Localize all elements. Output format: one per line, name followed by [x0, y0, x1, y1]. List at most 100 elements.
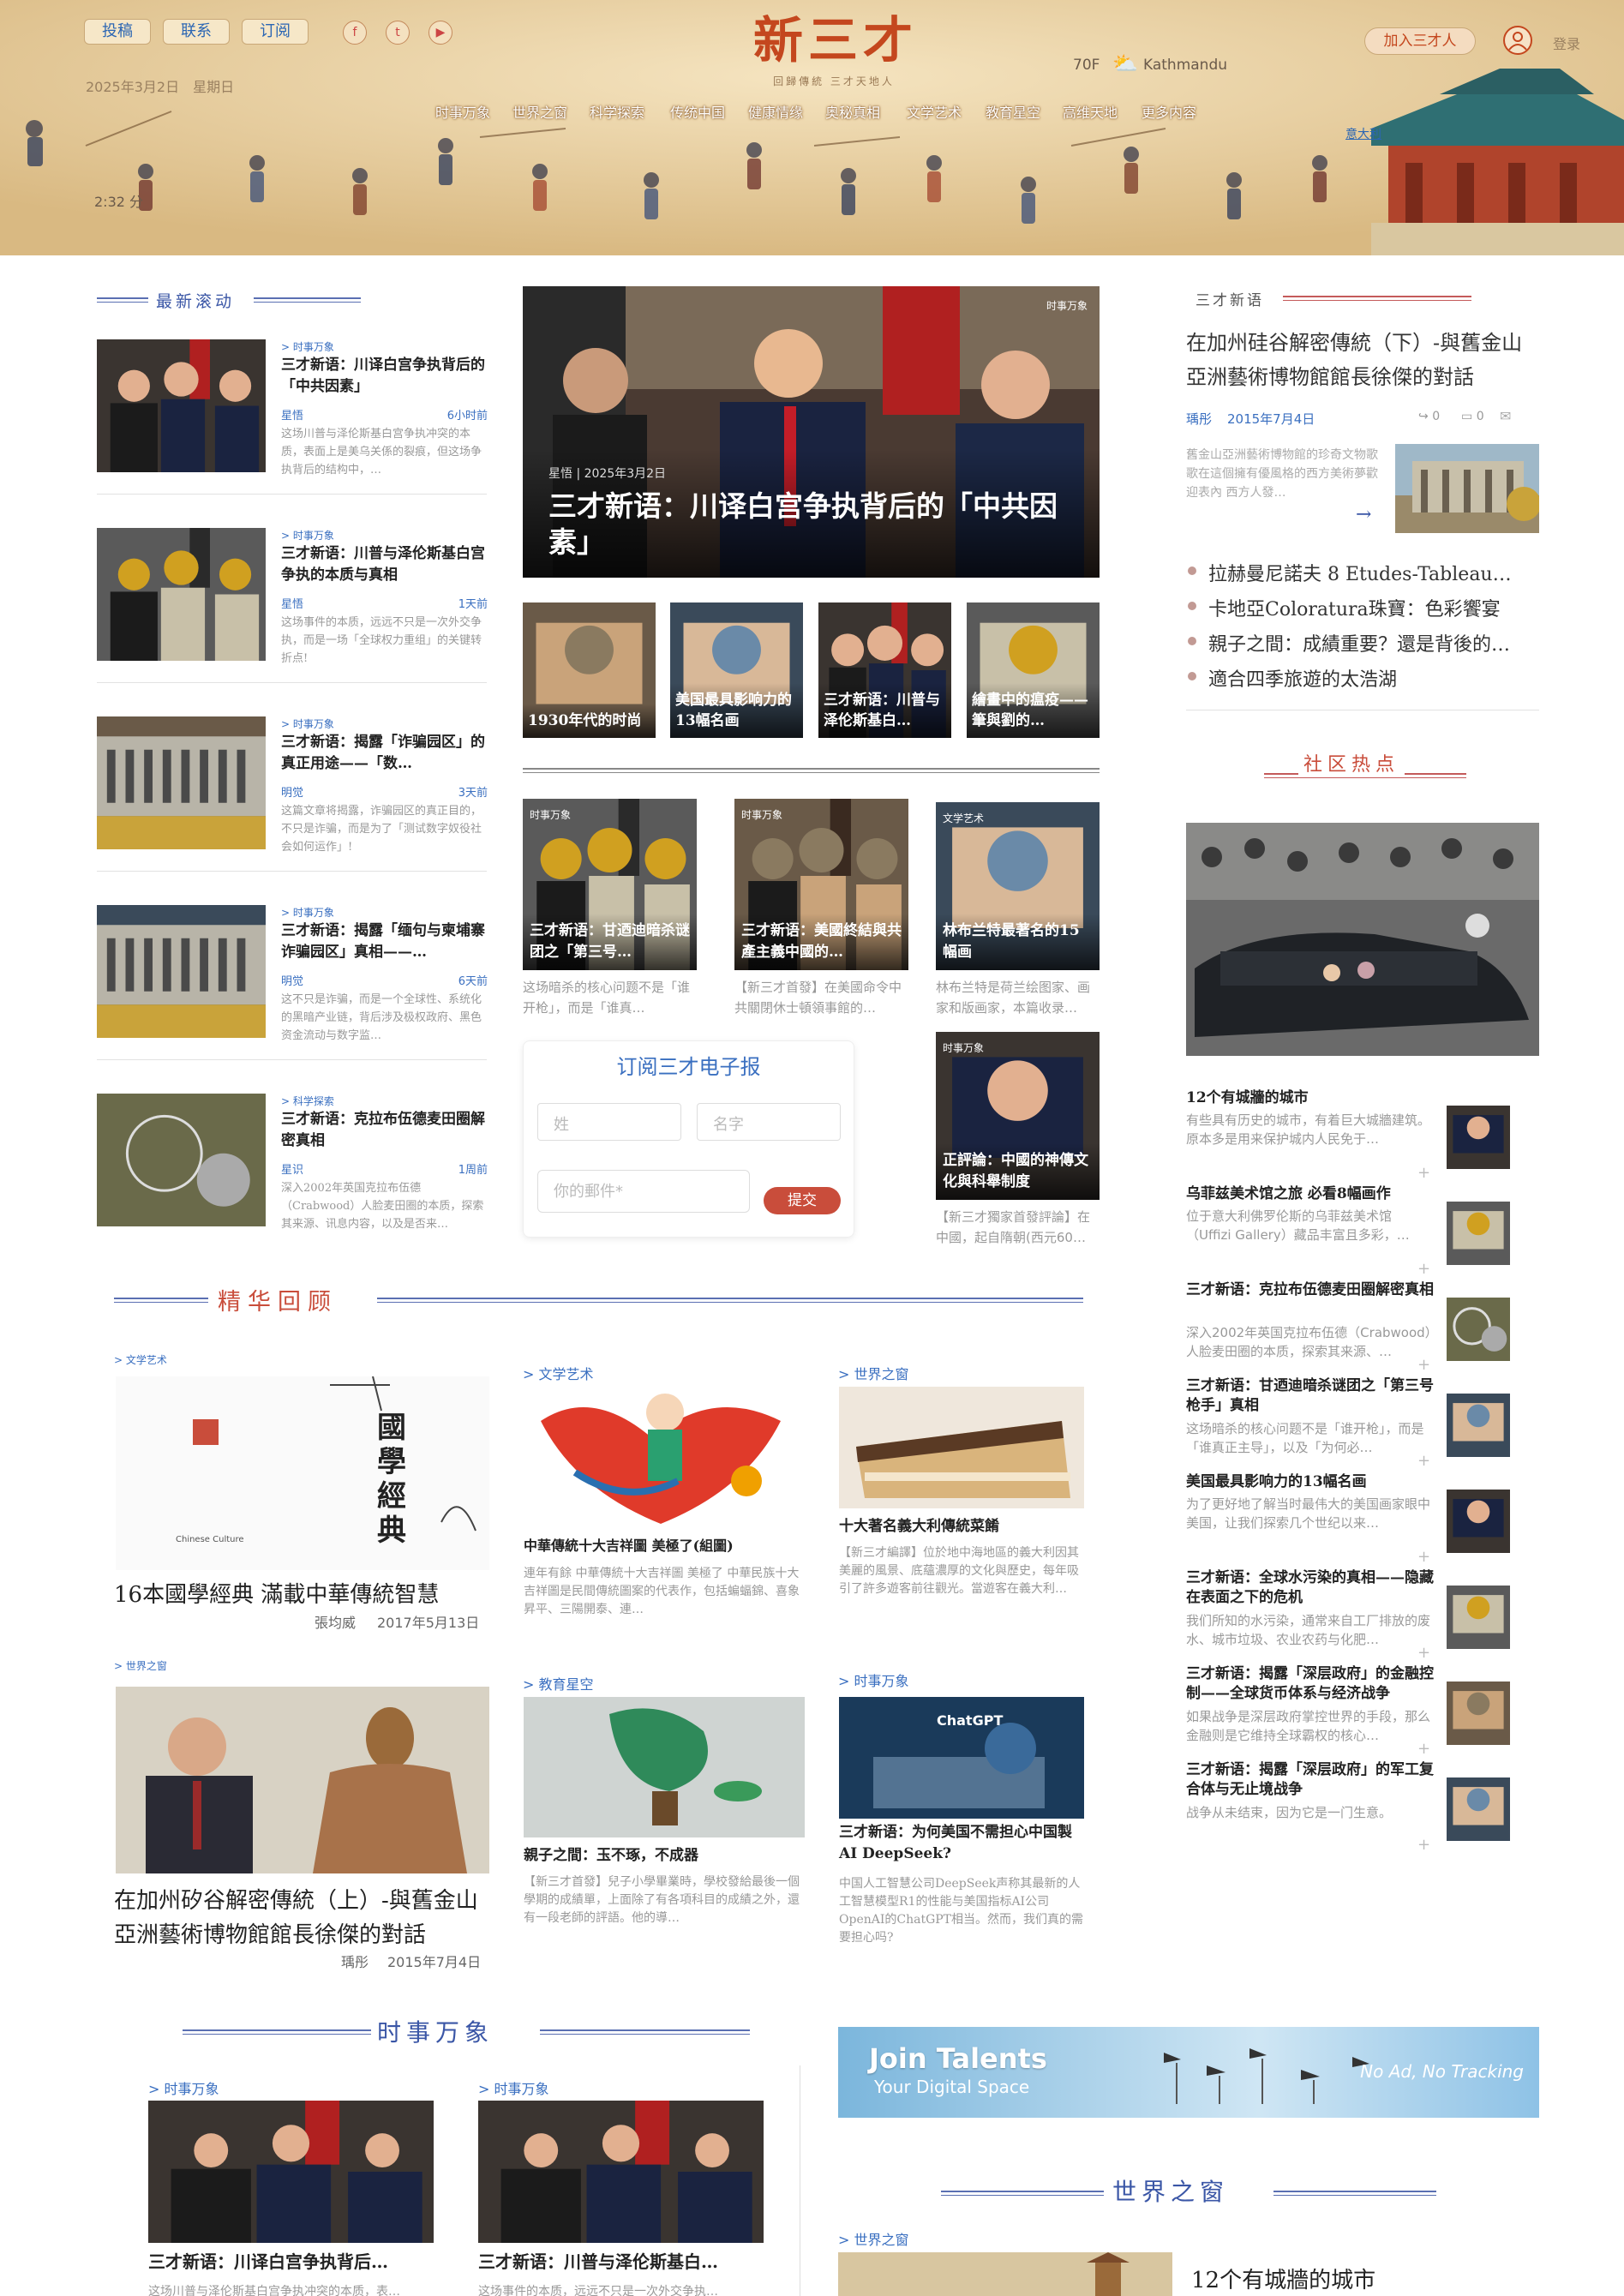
current-item-cat[interactable]: > 时事万象 [148, 2077, 219, 2098]
community-item-title[interactable]: 三才新语：甘迺迪暗杀谜团之「第三号枪手」真相 [1186, 1376, 1435, 1416]
world-image[interactable] [838, 2252, 1172, 2296]
nav-item-6[interactable]: 奥秘真相 [825, 101, 880, 122]
expand-plus-icon[interactable]: + [1417, 1356, 1430, 1374]
latest-item-image[interactable] [97, 1094, 266, 1226]
mail-icon[interactable]: ✉ [1500, 408, 1511, 424]
expand-plus-icon[interactable]: + [1417, 1644, 1430, 1662]
nav-item-8[interactable]: 教育星空 [986, 101, 1040, 122]
latest-item-cat[interactable]: > 时事万象 [281, 528, 334, 543]
review-title-5[interactable]: 三才新语：为何美国不需担心中国製AI DeepSeek? [839, 1822, 1088, 1865]
community-item-image[interactable] [1447, 1202, 1510, 1265]
community-item-title[interactable]: 12个有城牆的城市 [1186, 1088, 1435, 1108]
community-item-image[interactable] [1447, 1394, 1510, 1457]
latest-item-title[interactable]: 三才新语：克拉布伍德麦田圈解密真相 [281, 1109, 487, 1152]
expand-plus-icon[interactable]: + [1417, 1452, 1430, 1470]
review-title-2[interactable]: 十大著名義大利傳統菜餚 [839, 1514, 999, 1535]
expand-plus-icon[interactable]: + [1417, 1740, 1430, 1758]
review-title-4[interactable]: 親子之間：玉不琢，不成器 [524, 1843, 698, 1864]
nav-item-7[interactable]: 文学艺术 [907, 101, 962, 122]
expand-plus-icon[interactable]: + [1417, 1836, 1430, 1854]
nav-item-10[interactable]: 更多内容 [1142, 101, 1196, 122]
site-logo[interactable]: 新三才 [724, 10, 947, 70]
community-item-image[interactable] [1447, 1777, 1510, 1841]
latest-item-image[interactable] [97, 339, 266, 472]
latest-item-image[interactable] [97, 716, 266, 849]
share-icon[interactable]: ↪ 0 [1418, 410, 1440, 423]
latest-item-cat[interactable]: > 时事万象 [281, 716, 334, 731]
community-item-image[interactable] [1447, 1682, 1510, 1745]
column-main-title[interactable]: 在加州硅谷解密傳統（下）-與舊金山亞洲藝術博物館館長徐傑的對話 [1186, 326, 1537, 394]
world-item-title[interactable]: 12个有城牆的城市 [1191, 2263, 1375, 2294]
review-cat[interactable]: > 时事万象 [838, 1670, 909, 1690]
community-item-image[interactable] [1447, 1298, 1510, 1361]
review-image[interactable] [116, 1687, 489, 1873]
login-link[interactable]: 登录 [1553, 33, 1580, 53]
latest-item-title[interactable]: 三才新语：川译白宫争执背后的「中共因素」 [281, 355, 487, 398]
current-item-title[interactable]: 三才新语：川译白宫争执背后… [148, 2251, 434, 2273]
mid-card-image[interactable]: 时事万象 正評論：中國的神傳文化與科舉制度 [936, 1032, 1100, 1200]
world-cat[interactable]: > 世界之窗 [838, 2228, 909, 2249]
contact-button[interactable]: 联系 [163, 19, 230, 45]
expand-plus-icon[interactable]: + [1417, 1260, 1430, 1278]
twitter-icon[interactable]: t [386, 21, 410, 45]
column-list-item[interactable]: 親子之間：成績重要？還是背後的… [1208, 629, 1543, 656]
review-image[interactable] [839, 1387, 1084, 1508]
arrow-right-icon[interactable]: → [1356, 504, 1371, 525]
nav-item-1[interactable]: 时事万象 [435, 101, 490, 122]
featured-thumb[interactable]: 美国最具影响力的13幅名画 [670, 602, 803, 738]
user-icon[interactable] [1503, 26, 1532, 55]
featured-title[interactable]: 三才新语：川译白宫争执背后的「中共因素」 [548, 489, 1074, 561]
community-item-title[interactable]: 三才新语：揭露「深层政府」的金融控制——全球货币体系与经济战争 [1186, 1664, 1435, 1704]
join-talents-banner[interactable]: Join Talents Your Digital Space No Ad, N… [838, 2027, 1539, 2118]
nav-item-2[interactable]: 世界之窗 [512, 101, 567, 122]
community-item-title[interactable]: 三才新语：克拉布伍德麦田圈解密真相 [1186, 1280, 1435, 1300]
community-item-image[interactable] [1447, 1490, 1510, 1553]
review-title-0[interactable]: 16本國學經典 滿載中華傳統智慧 [114, 1577, 439, 1609]
latest-item-title[interactable]: 三才新语：揭露「诈骗园区」的真正用途——「数… [281, 732, 487, 775]
submit-email-button[interactable]: 提交 [764, 1187, 841, 1214]
current-item-image[interactable] [148, 2101, 434, 2243]
mid-card-image[interactable]: 时事万象 三才新语：甘迺迪暗杀谜团之「第三号… [523, 799, 697, 970]
review-title-3[interactable]: 在加州矽谷解密傳統（上）-與舊金山亞洲藝術博物館館長徐傑的對話 [114, 1884, 491, 1952]
latest-item-title[interactable]: 三才新语：川普与泽伦斯基白宫争执的本质与真相 [281, 543, 487, 586]
column-image[interactable] [1395, 444, 1539, 533]
featured-thumb[interactable]: 繪畫中的瘟疫——筆與劉的… [967, 602, 1100, 738]
latest-item-cat[interactable]: > 时事万象 [281, 339, 334, 354]
latest-item-image[interactable] [97, 528, 266, 661]
community-item-image[interactable] [1447, 1106, 1510, 1169]
subscribe-button[interactable]: 订阅 [242, 19, 309, 45]
latest-item-title[interactable]: 三才新语：揭露「缅句与柬埔寨诈骗园区」真相——… [281, 920, 487, 963]
submit-button[interactable]: 投稿 [84, 19, 151, 45]
join-button[interactable]: 加入三才人 [1364, 27, 1476, 55]
review-cat[interactable]: > 世界之窗 [838, 1363, 909, 1383]
column-list-item[interactable]: 適合四季旅遊的太浩湖 [1208, 664, 1543, 692]
current-item-cat[interactable]: > 时事万象 [478, 2077, 549, 2098]
review-cat[interactable]: > 文学艺术 [114, 1352, 167, 1367]
first-name-field[interactable]: 姓 [537, 1103, 681, 1141]
column-list-item[interactable]: 卡地亞Coloratura珠寶：色彩饗宴 [1208, 594, 1543, 621]
facebook-icon[interactable]: f [343, 21, 367, 45]
community-hero-image[interactable] [1186, 823, 1539, 1056]
youtube-icon[interactable]: ▶ [428, 21, 452, 45]
review-image[interactable]: 國學經典 Chinese Culture [116, 1376, 489, 1570]
community-item-title[interactable]: 三才新语：全球水污染的真相——隐藏在表面之下的危机 [1186, 1568, 1435, 1608]
email-field[interactable]: 你的郵件* [537, 1170, 750, 1213]
review-cat[interactable]: > 文学艺术 [523, 1363, 594, 1383]
review-image[interactable] [524, 1387, 805, 1529]
community-item-title[interactable]: 乌菲兹美术馆之旅 必看8幅画作 [1186, 1184, 1435, 1204]
expand-plus-icon[interactable]: + [1417, 1548, 1430, 1566]
latest-item-cat[interactable]: > 科学探索 [281, 1094, 334, 1108]
featured-thumb[interactable]: 三才新语：川普与泽伦斯基白… [818, 602, 951, 738]
nav-item-3[interactable]: 科学探索 [590, 101, 644, 122]
location-link[interactable]: 意大利 [1345, 125, 1381, 142]
nav-item-4[interactable]: 传统中国 [670, 101, 725, 122]
expand-plus-icon[interactable]: + [1417, 1164, 1430, 1182]
review-title-1[interactable]: 中華傳統十大吉祥圖 美極了(組圖) [524, 1534, 734, 1555]
latest-item-image[interactable] [97, 905, 266, 1038]
review-cat[interactable]: > 教育星空 [523, 1673, 594, 1694]
review-image[interactable] [524, 1697, 805, 1837]
featured-article[interactable]: 时事万象 星悟 | 2025年3月2日 三才新语：川译白宫争执背后的「中共因素」 [523, 286, 1100, 578]
review-cat[interactable]: > 世界之窗 [114, 1658, 167, 1673]
community-item-image[interactable] [1447, 1586, 1510, 1649]
comment-icon[interactable]: ▭ 0 [1461, 410, 1484, 423]
